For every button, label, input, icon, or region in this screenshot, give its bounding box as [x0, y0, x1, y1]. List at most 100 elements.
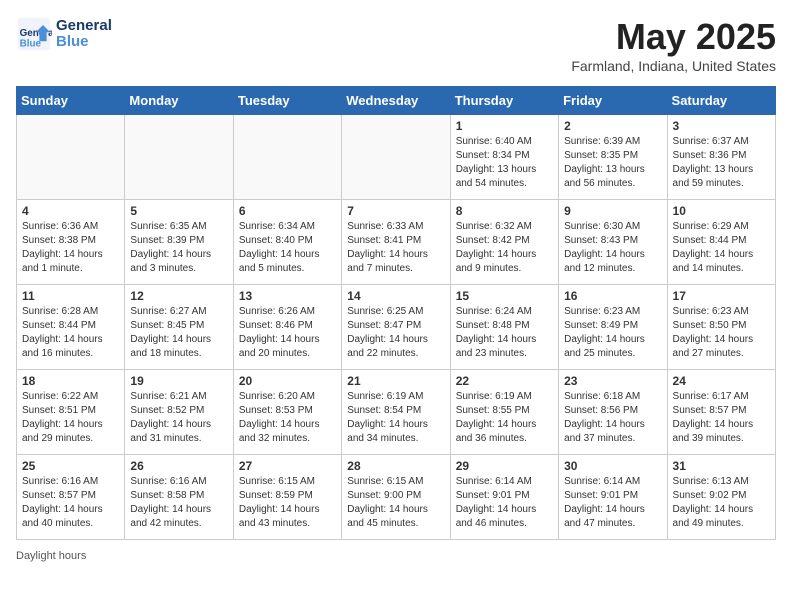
- calendar-cell: 20 Sunrise: 6:20 AM Sunset: 8:53 PM Dayli…: [233, 370, 341, 455]
- weekday-header-row: SundayMondayTuesdayWednesdayThursdayFrid…: [17, 87, 776, 115]
- day-info: Sunrise: 6:14 AM Sunset: 9:01 PM Dayligh…: [456, 475, 553, 531]
- day-number: 25: [22, 459, 119, 473]
- location: Farmland, Indiana, United States: [571, 58, 776, 74]
- day-number: 2: [564, 119, 661, 133]
- logo-icon: General Blue: [16, 16, 52, 52]
- calendar-cell: 29 Sunrise: 6:14 AM Sunset: 9:01 PM Dayli…: [450, 455, 558, 540]
- calendar-cell: 4 Sunrise: 6:36 AM Sunset: 8:38 PM Daylig…: [17, 200, 125, 285]
- day-info: Sunrise: 6:35 AM Sunset: 8:39 PM Dayligh…: [130, 220, 227, 276]
- day-info: Sunrise: 6:19 AM Sunset: 8:54 PM Dayligh…: [347, 390, 444, 446]
- calendar-cell: 30 Sunrise: 6:14 AM Sunset: 9:01 PM Dayli…: [559, 455, 667, 540]
- day-number: 13: [239, 289, 336, 303]
- calendar-cell: 11 Sunrise: 6:28 AM Sunset: 8:44 PM Dayli…: [17, 285, 125, 370]
- day-info: Sunrise: 6:27 AM Sunset: 8:45 PM Dayligh…: [130, 305, 227, 361]
- calendar-cell: 8 Sunrise: 6:32 AM Sunset: 8:42 PM Daylig…: [450, 200, 558, 285]
- week-row-4: 18Sunrise: 6:22 AM Sunset: 8:51 PM Dayli…: [17, 370, 776, 455]
- day-number: 31: [673, 459, 770, 473]
- calendar-cell: 31 Sunrise: 6:13 AM Sunset: 9:02 PM Dayli…: [667, 455, 775, 540]
- day-info: Sunrise: 6:24 AM Sunset: 8:48 PM Dayligh…: [456, 305, 553, 361]
- day-info: Sunrise: 6:22 AM Sunset: 8:51 PM Dayligh…: [22, 390, 119, 446]
- day-number: 5: [130, 204, 227, 218]
- day-number: 19: [130, 374, 227, 388]
- day-info: Sunrise: 6:15 AM Sunset: 8:59 PM Dayligh…: [239, 475, 336, 531]
- calendar-cell: 22Sunrise: 6:19 AM Sunset: 8:55 PM Dayli…: [450, 370, 558, 455]
- day-number: 8: [456, 204, 553, 218]
- logo: General Blue General Blue: [16, 16, 112, 52]
- day-info: Sunrise: 6:21 AM Sunset: 8:52 PM Dayligh…: [130, 390, 227, 446]
- month-title: May 2025: [571, 16, 776, 58]
- day-number: 17: [673, 289, 770, 303]
- title-block: May 2025 Farmland, Indiana, United State…: [571, 16, 776, 74]
- svg-text:Blue: Blue: [20, 39, 42, 50]
- calendar-cell: 26 Sunrise: 6:16 AM Sunset: 8:58 PM Dayli…: [125, 455, 233, 540]
- day-info: Sunrise: 6:39 AM Sunset: 8:35 PM Dayligh…: [564, 135, 661, 191]
- day-number: 26: [130, 459, 227, 473]
- calendar-cell: 6 Sunrise: 6:34 AM Sunset: 8:40 PM Daylig…: [233, 200, 341, 285]
- calendar-cell: 24Sunrise: 6:17 AM Sunset: 8:57 PM Dayli…: [667, 370, 775, 455]
- day-info: Sunrise: 6:18 AM Sunset: 8:56 PM Dayligh…: [564, 390, 661, 446]
- calendar-cell: 1Sunrise: 6:40 AM Sunset: 8:34 PM Daylig…: [450, 115, 558, 200]
- weekday-header-monday: Monday: [125, 87, 233, 115]
- day-number: 4: [22, 204, 119, 218]
- weekday-header-sunday: Sunday: [17, 87, 125, 115]
- calendar-cell: 21 Sunrise: 6:19 AM Sunset: 8:54 PM Dayli…: [342, 370, 450, 455]
- calendar-cell: [233, 115, 341, 200]
- calendar-cell: 18Sunrise: 6:22 AM Sunset: 8:51 PM Dayli…: [17, 370, 125, 455]
- week-row-2: 4 Sunrise: 6:36 AM Sunset: 8:38 PM Daylig…: [17, 200, 776, 285]
- day-number: 23: [564, 374, 661, 388]
- day-info: Sunrise: 6:36 AM Sunset: 8:38 PM Dayligh…: [22, 220, 119, 276]
- day-number: 9: [564, 204, 661, 218]
- calendar-cell: [17, 115, 125, 200]
- page-header: General Blue General Blue May 2025 Farml…: [16, 16, 776, 74]
- day-number: 6: [239, 204, 336, 218]
- calendar-cell: 23 Sunrise: 6:18 AM Sunset: 8:56 PM Dayli…: [559, 370, 667, 455]
- day-info: Sunrise: 6:25 AM Sunset: 8:47 PM Dayligh…: [347, 305, 444, 361]
- day-info: Sunrise: 6:14 AM Sunset: 9:01 PM Dayligh…: [564, 475, 661, 531]
- day-number: 27: [239, 459, 336, 473]
- day-info: Sunrise: 6:16 AM Sunset: 8:58 PM Dayligh…: [130, 475, 227, 531]
- calendar-cell: 13 Sunrise: 6:26 AM Sunset: 8:46 PM Dayli…: [233, 285, 341, 370]
- calendar-cell: 14 Sunrise: 6:25 AM Sunset: 8:47 PM Dayli…: [342, 285, 450, 370]
- day-info: Sunrise: 6:30 AM Sunset: 8:43 PM Dayligh…: [564, 220, 661, 276]
- day-number: 21: [347, 374, 444, 388]
- calendar-cell: 15 Sunrise: 6:24 AM Sunset: 8:48 PM Dayli…: [450, 285, 558, 370]
- calendar-cell: 2 Sunrise: 6:39 AM Sunset: 8:35 PM Daylig…: [559, 115, 667, 200]
- calendar-cell: 19 Sunrise: 6:21 AM Sunset: 8:52 PM Dayli…: [125, 370, 233, 455]
- week-row-5: 25 Sunrise: 6:16 AM Sunset: 8:57 PM Dayli…: [17, 455, 776, 540]
- day-number: 20: [239, 374, 336, 388]
- calendar-cell: 12Sunrise: 6:27 AM Sunset: 8:45 PM Dayli…: [125, 285, 233, 370]
- weekday-header-saturday: Saturday: [667, 87, 775, 115]
- weekday-header-wednesday: Wednesday: [342, 87, 450, 115]
- day-number: 10: [673, 204, 770, 218]
- day-number: 15: [456, 289, 553, 303]
- calendar-cell: 28Sunrise: 6:15 AM Sunset: 9:00 PM Dayli…: [342, 455, 450, 540]
- day-info: Sunrise: 6:28 AM Sunset: 8:44 PM Dayligh…: [22, 305, 119, 361]
- day-number: 16: [564, 289, 661, 303]
- calendar-cell: 27 Sunrise: 6:15 AM Sunset: 8:59 PM Dayli…: [233, 455, 341, 540]
- calendar-cell: 7Sunrise: 6:33 AM Sunset: 8:41 PM Daylig…: [342, 200, 450, 285]
- weekday-header-thursday: Thursday: [450, 87, 558, 115]
- day-info: Sunrise: 6:13 AM Sunset: 9:02 PM Dayligh…: [673, 475, 770, 531]
- day-info: Sunrise: 6:34 AM Sunset: 8:40 PM Dayligh…: [239, 220, 336, 276]
- day-number: 29: [456, 459, 553, 473]
- day-number: 3: [673, 119, 770, 133]
- day-number: 11: [22, 289, 119, 303]
- calendar-cell: [342, 115, 450, 200]
- calendar-cell: 17Sunrise: 6:23 AM Sunset: 8:50 PM Dayli…: [667, 285, 775, 370]
- calendar-cell: 5 Sunrise: 6:35 AM Sunset: 8:39 PM Daylig…: [125, 200, 233, 285]
- calendar-cell: 10Sunrise: 6:29 AM Sunset: 8:44 PM Dayli…: [667, 200, 775, 285]
- day-info: Sunrise: 6:26 AM Sunset: 8:46 PM Dayligh…: [239, 305, 336, 361]
- day-info: Sunrise: 6:33 AM Sunset: 8:41 PM Dayligh…: [347, 220, 444, 276]
- day-info: Sunrise: 6:32 AM Sunset: 8:42 PM Dayligh…: [456, 220, 553, 276]
- day-number: 30: [564, 459, 661, 473]
- footer: Daylight hours: [16, 550, 776, 562]
- calendar-table: SundayMondayTuesdayWednesdayThursdayFrid…: [16, 86, 776, 540]
- daylight-label: Daylight hours: [16, 550, 86, 562]
- weekday-header-tuesday: Tuesday: [233, 87, 341, 115]
- logo-general: General: [56, 18, 112, 35]
- day-number: 14: [347, 289, 444, 303]
- day-info: Sunrise: 6:20 AM Sunset: 8:53 PM Dayligh…: [239, 390, 336, 446]
- day-info: Sunrise: 6:16 AM Sunset: 8:57 PM Dayligh…: [22, 475, 119, 531]
- calendar-cell: 16Sunrise: 6:23 AM Sunset: 8:49 PM Dayli…: [559, 285, 667, 370]
- day-number: 1: [456, 119, 553, 133]
